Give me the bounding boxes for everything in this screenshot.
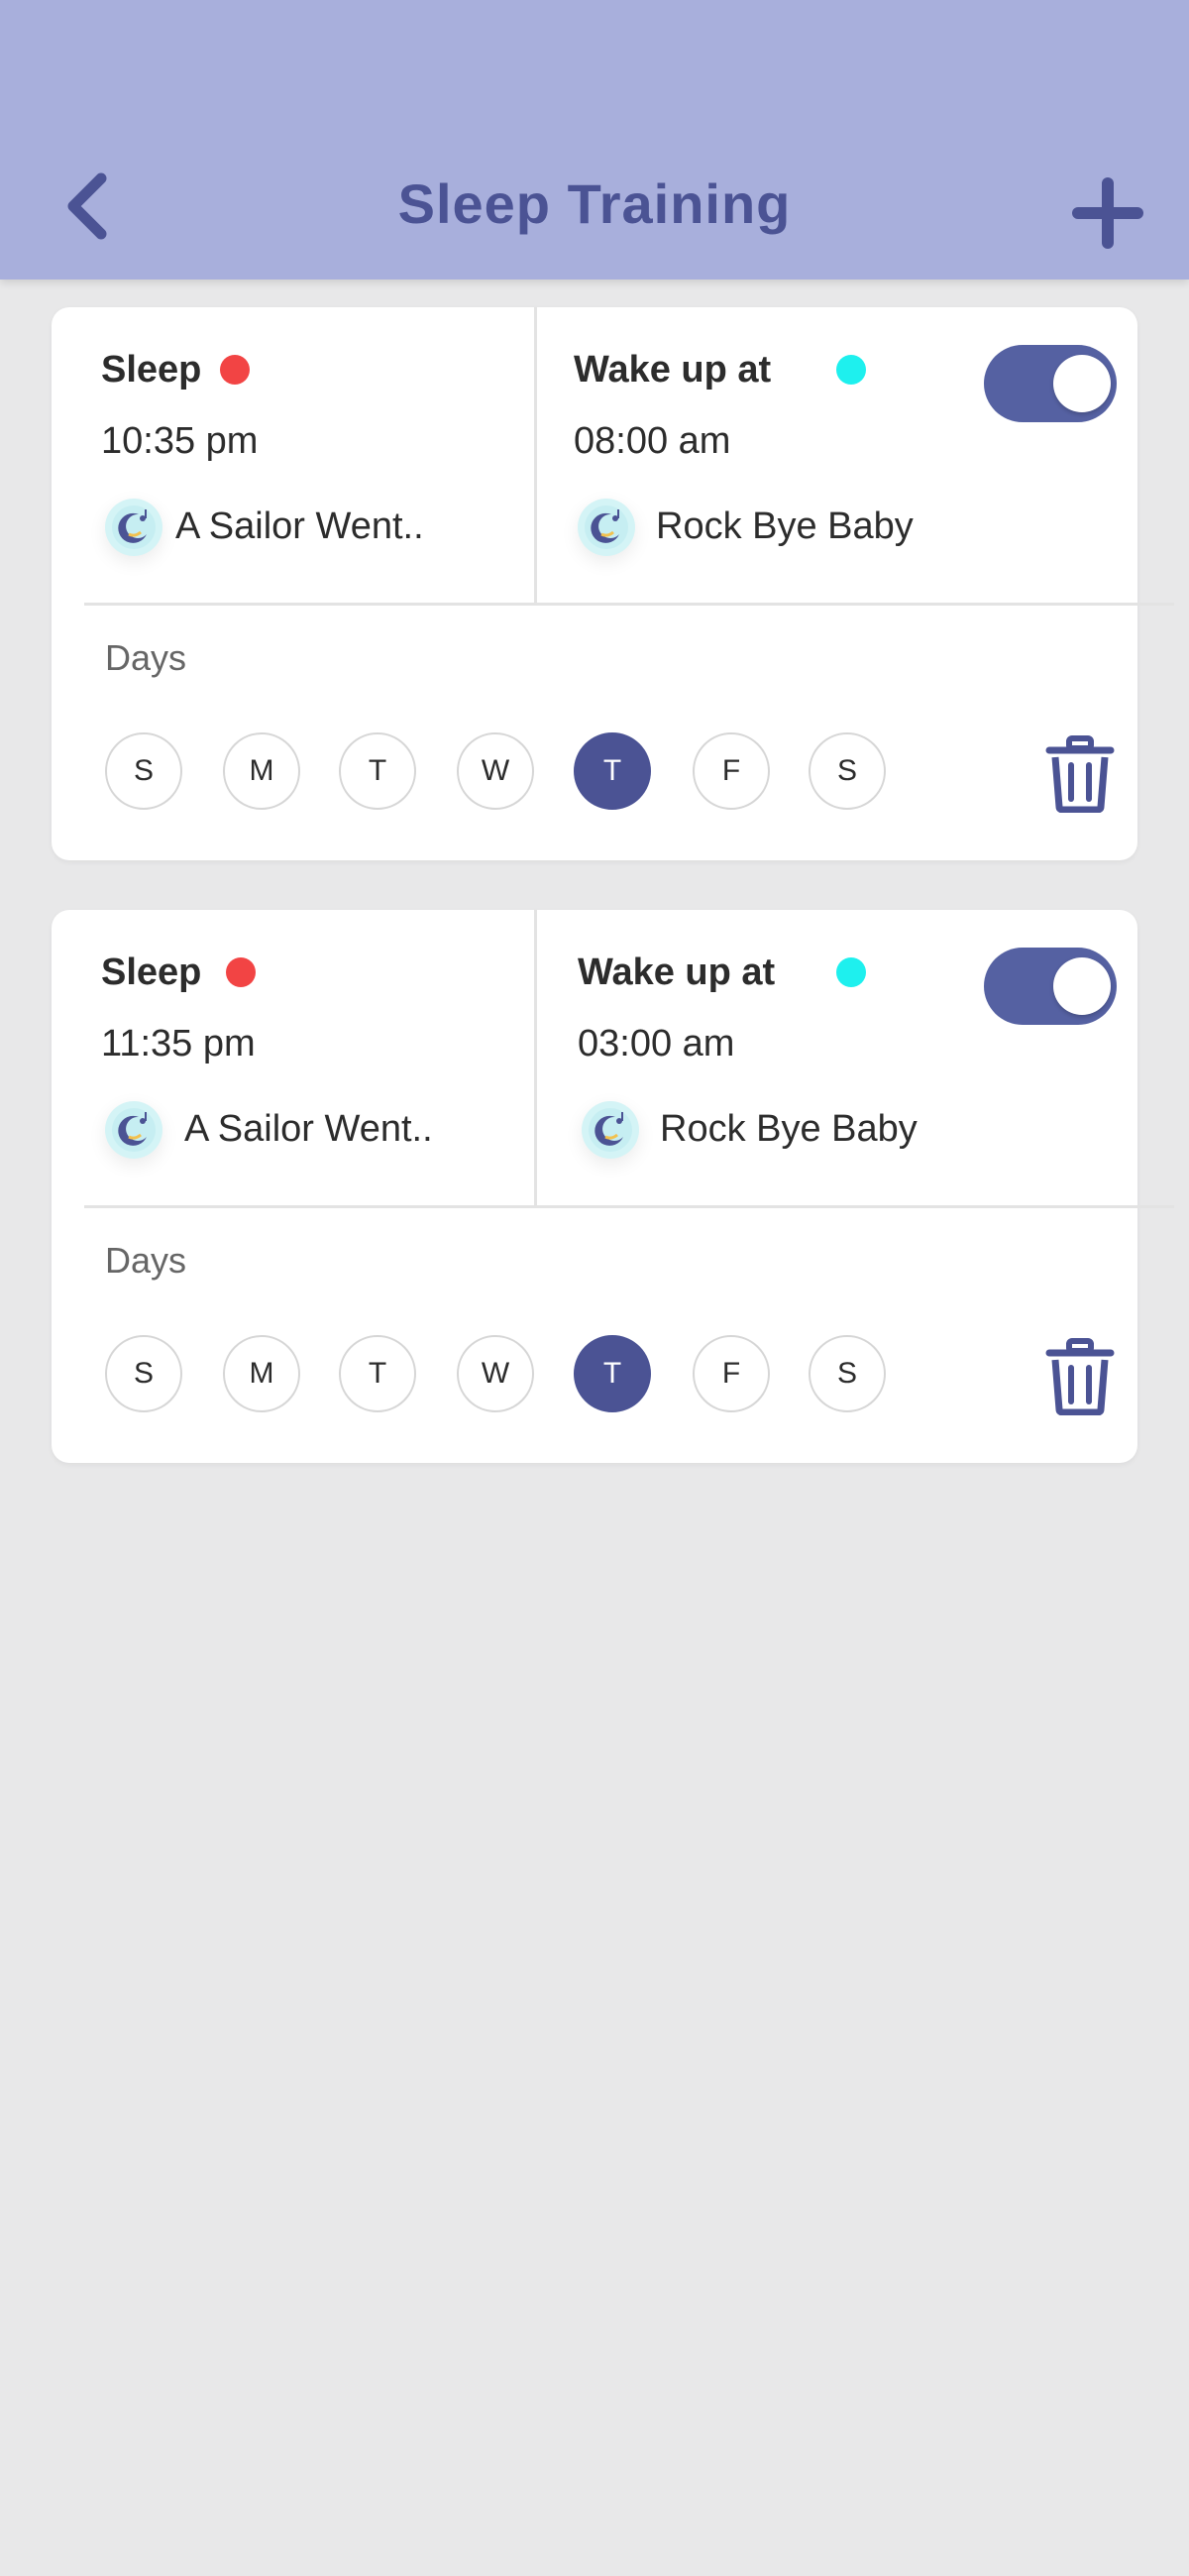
day-friday[interactable]: F bbox=[693, 732, 770, 810]
sleep-dot bbox=[220, 355, 250, 385]
day-monday[interactable]: M bbox=[223, 1335, 300, 1412]
days-label: Days bbox=[105, 1240, 187, 1281]
page-title: Sleep Training bbox=[397, 172, 792, 235]
lullaby-moon-icon bbox=[582, 1101, 639, 1159]
divider bbox=[534, 910, 537, 1205]
day-friday[interactable]: F bbox=[693, 1335, 770, 1412]
day-saturday[interactable]: S bbox=[809, 1335, 886, 1412]
wake-dot bbox=[836, 355, 866, 385]
alarm-card: Sleep 11:35 pm A Sailor Went.. Wake up a… bbox=[52, 910, 1174, 1463]
wake-time[interactable]: 03:00 am bbox=[578, 1021, 734, 1066]
app-header: Sleep Training bbox=[0, 0, 1189, 280]
sleep-song[interactable]: A Sailor Went.. bbox=[184, 1106, 433, 1152]
day-thursday[interactable]: T bbox=[574, 732, 651, 810]
day-tuesday[interactable]: T bbox=[339, 1335, 416, 1412]
sleep-time[interactable]: 10:35 pm bbox=[101, 418, 258, 464]
wake-time[interactable]: 08:00 am bbox=[574, 418, 730, 464]
sleep-label: Sleep bbox=[101, 349, 202, 391]
sleep-time[interactable]: 11:35 pm bbox=[101, 1021, 256, 1066]
toggle-knob bbox=[1053, 355, 1111, 412]
wake-song[interactable]: Rock Bye Baby bbox=[660, 1106, 918, 1152]
wake-song[interactable]: Rock Bye Baby bbox=[656, 504, 914, 549]
wake-dot bbox=[836, 957, 866, 987]
trash-icon[interactable] bbox=[1045, 1338, 1115, 1415]
day-wednesday[interactable]: W bbox=[457, 732, 534, 810]
divider bbox=[84, 603, 1174, 606]
lullaby-moon-icon bbox=[105, 499, 162, 556]
day-thursday[interactable]: T bbox=[574, 1335, 651, 1412]
sleep-label: Sleep bbox=[101, 952, 202, 993]
day-saturday[interactable]: S bbox=[809, 732, 886, 810]
trash-icon[interactable] bbox=[1045, 735, 1115, 813]
divider bbox=[84, 1205, 1174, 1208]
toggle-knob bbox=[1053, 957, 1111, 1015]
day-monday[interactable]: M bbox=[223, 732, 300, 810]
wake-label: Wake up at bbox=[574, 349, 772, 391]
alarm-toggle[interactable] bbox=[984, 948, 1117, 1025]
alarm-toggle[interactable] bbox=[984, 345, 1117, 422]
days-label: Days bbox=[105, 637, 187, 678]
divider bbox=[534, 307, 537, 603]
day-sunday[interactable]: S bbox=[105, 732, 182, 810]
lullaby-moon-icon bbox=[105, 1101, 162, 1159]
sleep-dot bbox=[226, 957, 256, 987]
day-sunday[interactable]: S bbox=[105, 1335, 182, 1412]
day-wednesday[interactable]: W bbox=[457, 1335, 534, 1412]
day-tuesday[interactable]: T bbox=[339, 732, 416, 810]
alarm-card: Sleep 10:35 pm A Sailor Went.. Wake up a… bbox=[52, 307, 1174, 860]
wake-label: Wake up at bbox=[578, 952, 776, 993]
plus-icon[interactable] bbox=[1068, 173, 1147, 253]
sleep-song[interactable]: A Sailor Went.. bbox=[175, 504, 424, 549]
lullaby-moon-icon bbox=[578, 499, 635, 556]
